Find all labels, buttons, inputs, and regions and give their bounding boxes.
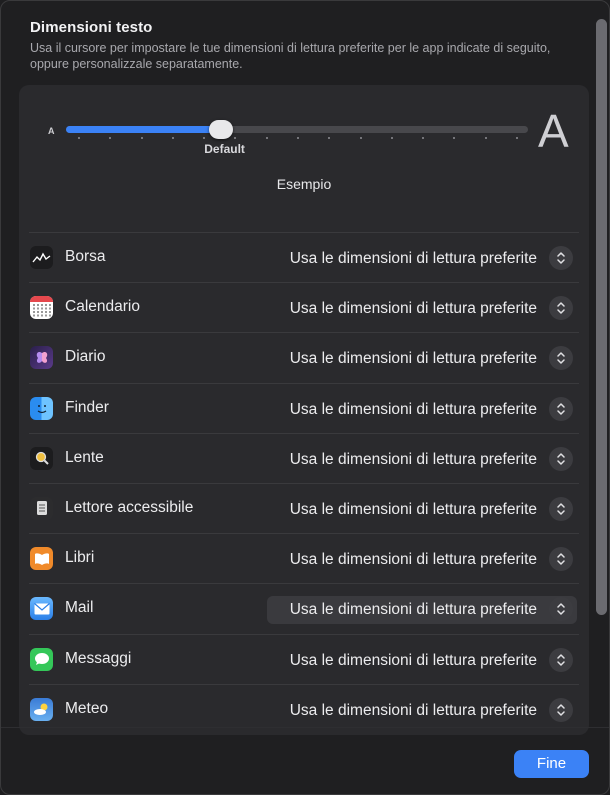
chevron-up-down-icon[interactable] bbox=[549, 446, 573, 471]
chevron-up-down-icon[interactable] bbox=[549, 547, 573, 572]
slider-tick bbox=[484, 137, 487, 139]
finder-icon bbox=[30, 396, 53, 420]
app-name: Calendario bbox=[65, 298, 140, 316]
chevron-up-down-icon[interactable] bbox=[549, 246, 573, 270]
slider-tick bbox=[516, 137, 518, 139]
text-size-select[interactable]: Usa le dimensioni di lettura preferite bbox=[267, 396, 577, 424]
select-value: Usa le dimensioni di lettura preferite bbox=[289, 350, 537, 368]
slider-tick bbox=[78, 137, 80, 139]
chevron-up-down-icon[interactable] bbox=[549, 647, 573, 672]
sheet-title: Dimensioni testo bbox=[30, 19, 153, 36]
stocks-icon bbox=[30, 246, 53, 269]
app-name: Lente bbox=[65, 448, 104, 466]
slider-tick bbox=[140, 137, 143, 139]
select-value: Usa le dimensioni di lettura preferite bbox=[289, 250, 537, 267]
text-size-select[interactable]: Usa le dimensioni di lettura preferite bbox=[267, 496, 577, 524]
app-name: Borsa bbox=[65, 248, 106, 265]
slider-tick bbox=[453, 137, 456, 139]
app-row-lettore-accessibile: Lettore accessibile Usa le dimensioni di … bbox=[29, 482, 579, 533]
slider-tick bbox=[390, 137, 393, 139]
chevron-up-down-icon[interactable] bbox=[549, 346, 573, 371]
select-value: Usa le dimensioni di lettura preferite bbox=[289, 701, 537, 719]
app-name: Finder bbox=[65, 398, 109, 416]
text-size-select[interactable]: Usa le dimensioni di lettura preferite bbox=[267, 345, 577, 373]
select-value: Usa le dimensioni di lettura preferite bbox=[289, 551, 537, 569]
app-name: Meteo bbox=[65, 699, 109, 717]
text-size-slider-thumb[interactable] bbox=[208, 120, 233, 139]
chevron-up-down-icon[interactable] bbox=[549, 296, 573, 321]
select-value: Usa le dimensioni di lettura preferite bbox=[289, 300, 537, 318]
app-name: Lettore accessibile bbox=[65, 498, 194, 516]
header: Dimensioni testo Usa il cursore per impo… bbox=[30, 19, 570, 72]
slider-tick bbox=[203, 137, 206, 139]
done-button[interactable]: Fine bbox=[514, 750, 589, 778]
app-row-mail: Mail Usa le dimensioni di lettura preferi… bbox=[29, 583, 579, 633]
app-row-calendario: Calendario Usa le dimensioni di lettura p… bbox=[29, 282, 579, 332]
journal-icon bbox=[30, 346, 53, 370]
chevron-up-down-icon[interactable] bbox=[549, 496, 573, 521]
app-row-diario: Diario Usa le dimensioni di lettura prefe… bbox=[29, 332, 579, 382]
slider-tick bbox=[109, 137, 112, 139]
preview-label: Esempio bbox=[276, 176, 332, 192]
app-name: Diario bbox=[65, 348, 106, 366]
messages-icon bbox=[30, 647, 53, 671]
books-icon bbox=[30, 547, 53, 571]
text-size-select[interactable]: Usa le dimensioni di lettura preferite bbox=[267, 446, 577, 474]
text-size-select[interactable]: Usa le dimensioni di lettura preferite bbox=[267, 546, 577, 574]
scrollbar[interactable] bbox=[596, 19, 607, 615]
text-size-sheet: Dimensioni testo Usa il cursore per impo… bbox=[0, 0, 610, 795]
settings-panel: A Default A Esempio Borsa Usa le dimensio… bbox=[19, 85, 589, 735]
footer-divider bbox=[1, 727, 609, 728]
text-size-select[interactable]: Usa le dimensioni di lettura preferite bbox=[267, 295, 577, 323]
slider-tick bbox=[359, 137, 362, 139]
sheet-description: Usa il cursore per impostare le tue dime… bbox=[30, 41, 551, 71]
select-value: Usa le dimensioni di lettura preferite bbox=[289, 450, 537, 468]
large-text-a-label: A bbox=[538, 105, 569, 157]
text-size-select[interactable]: Usa le dimensioni di lettura preferite bbox=[267, 647, 577, 675]
app-row-lente: Lente Usa le dimensioni di lettura prefer… bbox=[29, 432, 579, 483]
text-size-select[interactable]: Usa le dimensioni di lettura preferite bbox=[267, 245, 577, 273]
chevron-up-down-icon[interactable] bbox=[549, 697, 573, 722]
app-name: Messaggi bbox=[65, 649, 132, 667]
slider-tick bbox=[265, 137, 268, 139]
slider-tick bbox=[297, 137, 299, 139]
slider-tick bbox=[234, 137, 237, 139]
app-row-borsa: Borsa Usa le dimensioni di lettura prefer… bbox=[29, 232, 579, 282]
app-row-finder: Finder Usa le dimensioni di lettura prefe… bbox=[29, 382, 579, 433]
app-name: Libri bbox=[65, 549, 95, 567]
small-text-a-label: A bbox=[48, 126, 55, 136]
mail-icon bbox=[30, 597, 53, 621]
select-value: Usa le dimensioni di lettura preferite bbox=[289, 500, 537, 518]
weather-icon bbox=[30, 697, 53, 721]
chevron-up-down-icon[interactable] bbox=[549, 396, 573, 421]
calendar-icon bbox=[30, 296, 53, 320]
select-value: Usa le dimensioni di lettura preferite bbox=[289, 651, 537, 669]
slider-ticks bbox=[19, 137, 589, 141]
app-row-messaggi: Messaggi Usa le dimensioni di lettura pre… bbox=[29, 633, 579, 684]
app-name: Mail bbox=[65, 599, 94, 617]
app-list: Borsa Usa le dimensioni di lettura prefer… bbox=[19, 232, 589, 734]
default-label: Default bbox=[204, 142, 245, 156]
slider-tick bbox=[171, 137, 174, 139]
slider-fill bbox=[66, 126, 221, 133]
slider-tick bbox=[328, 137, 331, 139]
app-row-libri: Libri Usa le dimensioni di lettura prefer… bbox=[29, 533, 579, 583]
text-size-slider-area: A Default A Esempio bbox=[19, 85, 589, 231]
magnifier-icon bbox=[30, 446, 53, 470]
accessibility-reader-icon bbox=[30, 496, 53, 520]
text-size-select[interactable]: Usa le dimensioni di lettura preferite bbox=[267, 697, 577, 725]
text-size-slider-track[interactable] bbox=[66, 126, 528, 133]
text-size-select[interactable]: Usa le dimensioni di lettura preferite bbox=[267, 596, 577, 625]
chevron-up-down-icon[interactable] bbox=[549, 597, 573, 622]
select-value: Usa le dimensioni di lettura preferite bbox=[289, 601, 537, 619]
select-value: Usa le dimensioni di lettura preferite bbox=[289, 400, 537, 418]
slider-tick bbox=[422, 137, 425, 139]
